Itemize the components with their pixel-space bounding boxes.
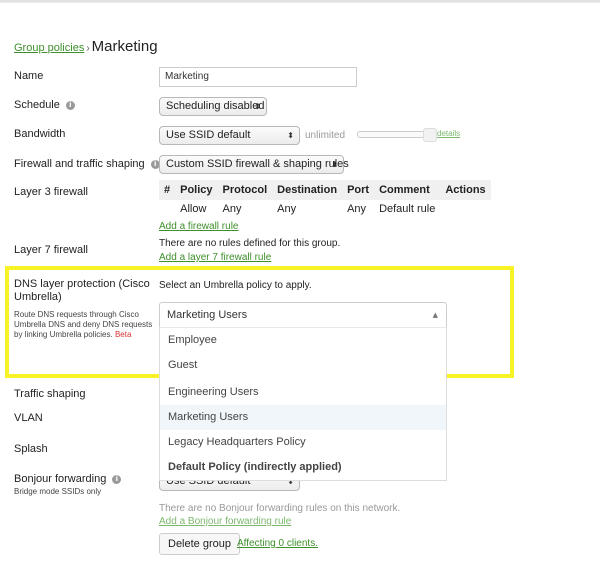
umbrella-option[interactable]: Employee xyxy=(160,328,446,353)
schedule-label-text: Schedule xyxy=(14,99,60,111)
delete-group-button[interactable]: Delete group xyxy=(159,533,240,555)
breadcrumb-separator: › xyxy=(86,43,90,54)
firewall-shaping-label: Firewall and traffic shaping i xyxy=(14,158,160,170)
page-title: Marketing xyxy=(91,38,158,55)
dns-description-text: Route DNS requests through Cisco Umbrell… xyxy=(14,310,153,339)
bandwidth-select[interactable]: Use SSID default ⬍ xyxy=(159,126,300,145)
add-layer7-rule-link[interactable]: Add a layer 7 firewall rule xyxy=(159,252,271,263)
table-cell xyxy=(159,200,175,218)
dns-protection-description: Route DNS requests through Cisco Umbrell… xyxy=(14,310,154,340)
vlan-label: VLAN xyxy=(14,412,43,424)
umbrella-selected-value: Marketing Users xyxy=(167,309,248,321)
column-header: Port xyxy=(342,180,375,200)
updown-arrow-icon: ⬍ xyxy=(287,131,294,140)
layer3-firewall-table-wrap: # Policy Protocol Destination Port Comme… xyxy=(159,180,491,218)
column-header: Destination xyxy=(272,180,343,200)
column-header: Protocol xyxy=(217,180,273,200)
umbrella-option[interactable]: Guest xyxy=(160,353,446,378)
name-label: Name xyxy=(14,70,44,82)
table-row: Allow Any Any Any Default rule xyxy=(159,200,491,218)
updown-arrow-icon: ⬍ xyxy=(331,160,338,169)
traffic-shaping-label: Traffic shaping xyxy=(14,388,86,400)
bandwidth-select-value: Use SSID default xyxy=(166,129,251,141)
table-cell: Any xyxy=(277,203,297,215)
layer3-firewall-label: Layer 3 firewall xyxy=(14,186,88,198)
breadcrumb-group-policies-link[interactable]: Group policies xyxy=(14,42,84,54)
bonjour-label: Bonjour forwarding i xyxy=(14,473,122,485)
bandwidth-details-link[interactable]: details xyxy=(437,129,460,138)
add-bonjour-rule-link[interactable]: Add a Bonjour forwarding rule xyxy=(159,516,291,527)
caret-up-icon: ▲ xyxy=(432,311,438,319)
info-icon[interactable]: i xyxy=(112,475,122,484)
umbrella-option[interactable]: Default Policy (indirectly applied) xyxy=(160,455,446,480)
add-firewall-rule-link[interactable]: Add a firewall rule xyxy=(159,221,238,232)
layer3-firewall-table: # Policy Protocol Destination Port Comme… xyxy=(159,180,491,218)
firewall-shaping-select[interactable]: Custom SSID firewall & shaping rules ⬍ xyxy=(159,155,349,174)
umbrella-option[interactable]: Engineering Users xyxy=(160,380,446,405)
umbrella-option[interactable]: Legacy Headquarters Policy xyxy=(160,430,446,455)
beta-badge: Beta xyxy=(114,330,132,339)
umbrella-policy-options: Employee Guest Engineering Users Marketi… xyxy=(159,327,447,481)
column-header: # xyxy=(159,180,176,200)
table-cell: Allow xyxy=(180,203,207,215)
umbrella-option-selected[interactable]: Marketing Users xyxy=(160,405,446,430)
info-icon[interactable]: i xyxy=(65,101,75,110)
bonjour-label-text: Bonjour forwarding xyxy=(14,473,107,485)
firewall-shaping-label-text: Firewall and traffic shaping xyxy=(14,158,145,170)
table-cell: Any xyxy=(222,203,242,215)
dns-protection-label: DNS layer protection (Cisco Umbrella) xyxy=(14,278,150,303)
umbrella-prompt: Select an Umbrella policy to apply. xyxy=(159,280,312,291)
bandwidth-slider-thumb[interactable] xyxy=(423,128,437,142)
updown-arrow-icon: ⬍ xyxy=(254,102,261,111)
schedule-select-value: Scheduling disabled xyxy=(166,100,265,112)
firewall-shaping-select-value: Custom SSID firewall & shaping rules xyxy=(166,158,349,170)
column-header: Policy xyxy=(175,180,218,200)
table-cell xyxy=(440,200,490,218)
table-header-row: # Policy Protocol Destination Port Comme… xyxy=(159,180,491,200)
column-header: Comment xyxy=(374,180,441,200)
table-cell: Any xyxy=(347,203,367,215)
layer7-firewall-label: Layer 7 firewall xyxy=(14,244,88,256)
bandwidth-slider-track[interactable] xyxy=(357,131,429,138)
affecting-clients-link[interactable]: Affecting 0 clients. xyxy=(237,538,318,549)
name-input[interactable]: Marketing xyxy=(159,67,357,87)
top-border xyxy=(0,0,600,3)
layer7-empty-text: There are no rules defined for this grou… xyxy=(159,238,341,249)
umbrella-policy-select[interactable]: Marketing Users ▲ xyxy=(159,302,447,327)
bandwidth-label: Bandwidth xyxy=(14,128,66,140)
bonjour-sublabel: Bridge mode SSIDs only xyxy=(14,487,102,496)
column-header: Actions xyxy=(440,180,491,200)
schedule-label: Schedule i xyxy=(14,99,75,111)
bandwidth-limit-text: unlimited xyxy=(305,130,346,141)
schedule-select[interactable]: Scheduling disabled ⬍ xyxy=(159,97,267,116)
breadcrumb: Group policies › Marketing xyxy=(14,38,158,55)
table-cell: Default rule xyxy=(379,203,436,215)
splash-label: Splash xyxy=(14,443,48,455)
bonjour-empty-text: There are no Bonjour forwarding rules on… xyxy=(159,503,401,514)
